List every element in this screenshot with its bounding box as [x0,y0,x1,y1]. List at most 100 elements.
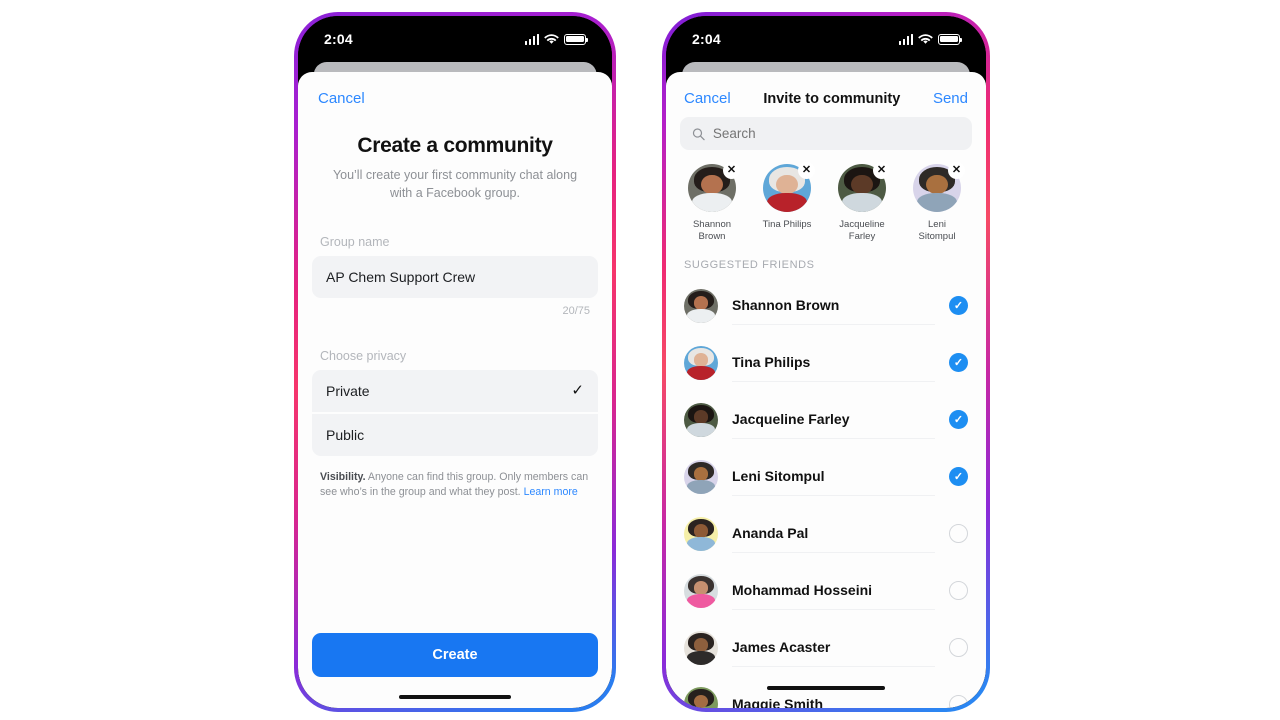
create-community-sheet: Cancel Create a community You’ll create … [298,72,612,708]
chip-line1: Leni [928,219,946,230]
chip-line2: Brown [698,231,726,243]
screenshot-canvas: 2:04 Cancel Create a community You’ll cr… [0,0,1280,720]
phone-screen-right: 2:04 Cancel Invite to community Send Sea… [666,16,986,708]
checkbox-unselected-icon[interactable] [949,581,968,601]
phone-screen-left: 2:04 Cancel Create a community You’ll cr… [298,16,612,708]
search-input[interactable] [712,126,960,141]
group-name-label: Group name [320,234,390,249]
cellular-bars-icon [898,33,913,45]
selected-chip[interactable]: ✕ Jacqueline Farley [826,162,898,243]
search-box[interactable] [680,117,972,150]
send-button[interactable]: Send [933,90,968,107]
selected-chip-label: Jacqueline Farley [826,219,898,243]
friend-name: Tina Philips [732,343,935,383]
friend-name: Mohammad Hosseini [732,571,935,611]
phone-mockup-left: 2:04 Cancel Create a community You’ll cr… [294,12,616,712]
checkbox-selected-icon[interactable]: ✓ [949,296,968,316]
sheet-spacer [298,500,612,633]
visibility-description: Visibility. Anyone can find this group. … [320,470,590,501]
create-button[interactable]: Create [312,633,598,677]
privacy-option-public[interactable]: Public [312,411,598,456]
learn-more-link[interactable]: Learn more [524,486,578,498]
list-item[interactable]: Ananda Pal [666,505,986,562]
list-item[interactable]: Maggie Smith [666,676,986,708]
selected-chip-label: Shannon Brown [676,219,748,243]
avatar [684,573,718,608]
section-header-suggested-friends: SUGGESTED FRIENDS [684,259,815,272]
status-indicators [898,33,963,45]
phone-mockup-right: 2:04 Cancel Invite to community Send Sea… [662,12,990,712]
avatar [684,630,718,665]
page-title: Create a community [357,134,553,157]
close-icon[interactable]: ✕ [948,162,965,179]
avatar [684,402,718,437]
checkbox-selected-icon[interactable]: ✓ [949,467,968,487]
avatar [684,516,718,551]
avatar [684,345,718,380]
sheet-nav-left: Cancel [298,72,612,112]
suggested-friends-list[interactable]: Shannon Brown ✓ Tina Philips ✓ Jacquelin… [666,277,986,708]
chip-line1: Shannon [692,219,732,230]
cancel-button[interactable]: Cancel [318,90,365,107]
friend-name: Shannon Brown [732,286,935,326]
list-item[interactable]: Mohammad Hosseini [666,562,986,619]
selected-chip-label: Leni Sitompul [901,219,973,243]
visibility-label: Visibility. [320,470,366,483]
friend-name: James Acaster [732,628,935,668]
cancel-button[interactable]: Cancel [684,90,731,107]
list-item[interactable]: Tina Philips ✓ [666,334,986,391]
status-bar-left: 2:04 [298,16,612,62]
selected-chip[interactable]: ✕ Tina Philips [751,162,823,243]
invite-to-community-sheet: Cancel Invite to community Send Search ✕… [666,72,986,708]
wifi-icon [918,33,933,44]
close-icon[interactable]: ✕ [723,162,740,179]
status-clock: 2:04 [692,31,721,47]
chip-line1: Jacqueline [839,219,885,230]
list-item[interactable]: Leni Sitompul ✓ [666,448,986,505]
search-icon [692,127,705,140]
chip-line1: Tina Philips [762,219,812,230]
choose-privacy-label: Choose privacy [320,348,407,363]
home-indicator [767,686,885,690]
cellular-bars-icon [524,33,539,45]
privacy-option-label: Private [326,382,370,399]
group-name-input[interactable] [312,255,598,298]
page-title: Invite to community [763,90,901,107]
list-item[interactable]: Jacqueline Farley ✓ [666,391,986,448]
privacy-option-private[interactable]: Private ✓ [312,369,598,412]
character-counter: 20/75 [562,304,590,317]
checkbox-unselected-icon[interactable] [949,638,968,658]
status-clock: 2:04 [324,31,353,47]
status-bar-right: 2:04 [666,16,986,62]
search-bar [680,117,972,150]
avatar [684,459,718,494]
checkbox-unselected-icon[interactable] [949,694,968,708]
battery-full-icon [938,33,963,45]
chip-line2: Sitompul [918,231,956,243]
privacy-options: Private ✓ Public [312,369,598,456]
checkbox-selected-icon[interactable]: ✓ [949,353,968,373]
checkbox-unselected-icon[interactable] [949,524,968,544]
checkmark-icon: ✓ [571,382,584,399]
selected-chip-label: Tina Philips [751,219,823,231]
close-icon[interactable]: ✕ [873,162,890,179]
list-item[interactable]: Shannon Brown ✓ [666,277,986,334]
page-subtitle: You’ll create your first community chat … [332,168,578,200]
selected-chip[interactable]: ✕ Shannon Brown [676,162,748,243]
friend-name: Ananda Pal [732,514,935,554]
status-indicators [524,33,589,45]
chip-line2: Farley [848,231,876,243]
friend-name: Jacqueline Farley [732,400,935,440]
avatar [684,288,718,323]
privacy-option-label: Public [326,426,365,443]
selected-chip[interactable]: ✕ Leni Sitompul [901,162,973,243]
close-icon[interactable]: ✕ [798,162,815,179]
battery-full-icon [564,33,589,45]
wifi-icon [544,33,559,44]
friend-name: Leni Sitompul [732,457,935,497]
selected-people-row: ✕ Shannon Brown ✕ Tina Philips ✕ Jacquel… [666,150,986,247]
list-item[interactable]: James Acaster [666,619,986,676]
checkbox-selected-icon[interactable]: ✓ [949,410,968,430]
avatar [684,687,718,708]
sheet-nav-right: Cancel Invite to community Send [666,72,986,117]
